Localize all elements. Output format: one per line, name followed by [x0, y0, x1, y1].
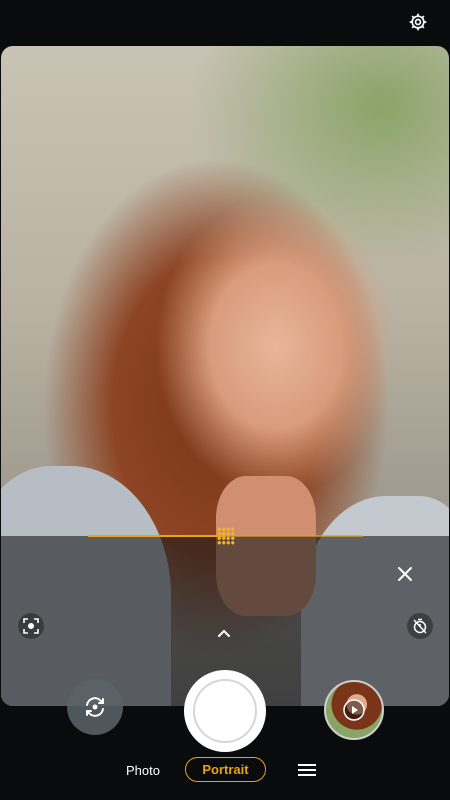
top-bar	[0, 0, 450, 46]
menu-icon	[298, 764, 316, 776]
switch-camera-button[interactable]	[67, 679, 123, 735]
mode-portrait[interactable]: Portrait	[185, 757, 266, 782]
gallery-thumbnail[interactable]	[324, 680, 384, 740]
face-scan-icon	[23, 618, 39, 634]
dot-grid-icon[interactable]	[217, 527, 235, 545]
close-slider-button[interactable]	[395, 564, 415, 584]
face-scan-button[interactable]	[18, 613, 44, 639]
slider-fill	[88, 535, 226, 537]
camera-viewfinder[interactable]	[1, 46, 449, 706]
camera-switch-icon	[86, 697, 104, 717]
close-icon	[398, 567, 412, 581]
expand-options-button[interactable]	[214, 626, 234, 640]
shutter-button[interactable]	[184, 670, 266, 752]
chevron-up-icon	[218, 629, 230, 637]
play-icon	[343, 699, 365, 721]
timer-button[interactable]	[407, 613, 433, 639]
settings-button[interactable]	[406, 10, 430, 34]
shutter-icon	[193, 679, 257, 743]
mode-photo[interactable]: Photo	[126, 763, 160, 778]
gear-icon	[409, 13, 427, 31]
blur-level-slider[interactable]	[88, 526, 363, 546]
timer-off-icon	[413, 618, 427, 634]
more-modes-button[interactable]	[296, 762, 318, 778]
